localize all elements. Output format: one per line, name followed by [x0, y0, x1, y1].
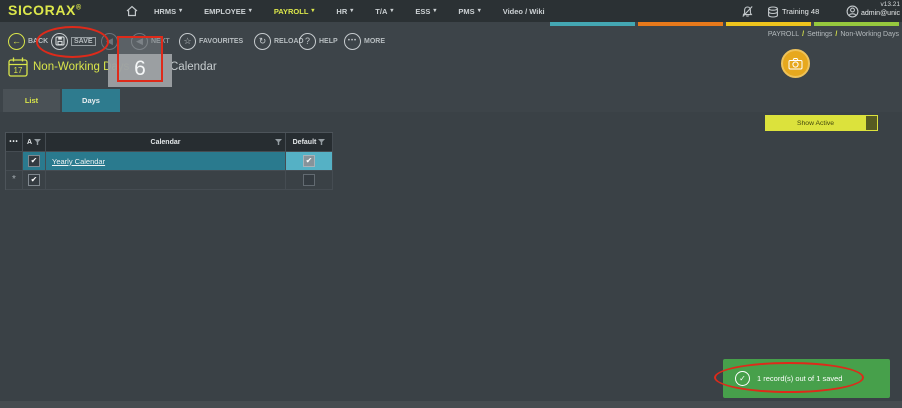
save-button[interactable]: SAVE [51, 32, 96, 50]
notifications-muted-icon[interactable] [741, 5, 754, 18]
reload-icon: ↻ [254, 33, 271, 50]
strip-segment-yellow [726, 22, 811, 26]
svg-text:17: 17 [14, 66, 23, 75]
new-row-indicator-cell: * [6, 171, 23, 190]
reload-button[interactable]: ↻ RELOAD [254, 32, 304, 50]
column-header-calendar[interactable]: Calendar [46, 133, 286, 152]
row-menu-icon: ••• [9, 139, 18, 145]
ellipsis-icon: ••• [344, 33, 361, 50]
chevron-down-icon: ▾ [179, 8, 182, 14]
environment-label[interactable]: Training 48 [782, 7, 819, 16]
back-arrow-icon: ← [8, 33, 25, 50]
active-checkbox-checked[interactable]: ✔ [28, 174, 40, 186]
menu-hr[interactable]: HR▾ [336, 7, 353, 16]
new-row-icon: * [12, 175, 16, 185]
bottom-edge [0, 401, 902, 408]
breadcrumb-non-working-days[interactable]: Non-Working Days [840, 31, 899, 38]
table-row [46, 171, 286, 190]
calendar-icon: 17 [7, 56, 29, 78]
show-active-toggle[interactable]: Show Active [765, 115, 878, 131]
active-checkbox-cell: ✔ [23, 152, 46, 171]
column-header-default[interactable]: Default [286, 133, 333, 152]
logged-in-user[interactable]: admin@unic [861, 10, 900, 17]
database-icon [767, 6, 779, 18]
previous-button[interactable]: ◀ [101, 32, 118, 50]
favourites-button[interactable]: ☆ FAVOURITES [179, 32, 243, 50]
strip-segment-green [814, 22, 899, 26]
breadcrumb-settings[interactable]: Settings [807, 31, 832, 38]
toast-message: 1 record(s) out of 1 saved [757, 374, 842, 383]
show-active-label: Show Active [765, 115, 866, 131]
active-checkbox-checked[interactable]: ✔ [28, 155, 40, 167]
previous-arrow-icon: ◀ [101, 33, 118, 50]
strip-segment-teal [550, 22, 635, 26]
annotation-step-number: 6 [134, 58, 146, 80]
tab-list[interactable]: List [3, 89, 60, 112]
camera-icon [788, 57, 803, 70]
default-checkbox-unchecked[interactable] [303, 174, 315, 186]
user-icon [846, 5, 859, 18]
menu-pms[interactable]: PMS▾ [458, 7, 480, 16]
next-arrow-icon: ◀ [131, 33, 148, 50]
column-header-active[interactable]: A [23, 133, 46, 152]
floppy-disk-icon [51, 33, 68, 50]
save-success-toast: ✓ 1 record(s) out of 1 saved [723, 359, 890, 398]
menu-employee[interactable]: EMPLOYEE▾ [204, 7, 252, 16]
default-checkbox-checked[interactable]: ✔ [303, 155, 315, 167]
chevron-down-icon: ▾ [478, 8, 481, 14]
toggle-handle[interactable] [866, 116, 877, 130]
back-button[interactable]: ← BACK [8, 32, 48, 50]
filter-funnel-icon[interactable] [275, 139, 282, 145]
breadcrumb-payroll[interactable]: PAYROLL [768, 31, 799, 38]
content-area: Show Active ••• A Calendar Defa [0, 112, 902, 408]
filter-funnel-icon[interactable] [34, 139, 41, 145]
status-color-strip [550, 22, 899, 26]
column-header-row-menu[interactable]: ••• [6, 133, 23, 152]
filter-funnel-icon[interactable] [318, 139, 325, 145]
table-row: Yearly Calendar [46, 152, 286, 171]
next-button[interactable]: ◀ NEXT [131, 32, 170, 50]
success-check-icon: ✓ [735, 371, 750, 386]
breadcrumb-separator: / [802, 31, 804, 38]
chevron-down-icon: ▾ [390, 8, 393, 14]
menu-video-wiki[interactable]: Video / Wiki [503, 7, 545, 16]
selected-record-title: Calendar [170, 61, 217, 73]
breadcrumb: PAYROLL / Settings / Non-Working Days [768, 31, 899, 38]
menu-hrms[interactable]: HRMS▾ [154, 7, 182, 16]
menu-payroll[interactable]: PAYROLL▾ [274, 7, 315, 16]
help-button[interactable]: ? HELP [299, 32, 338, 50]
app-window: SICORAX® HRMS▾ EMPLOYEE▾ PAYROLL▾ HR▾ T/… [0, 0, 902, 408]
chevron-down-icon: ▾ [311, 8, 314, 14]
row-menu-cell[interactable] [6, 152, 23, 171]
page-title: Non-Working Days [33, 61, 129, 73]
app-version: v13.21 [880, 1, 900, 8]
registered-mark: ® [76, 4, 82, 11]
calendar-table: ••• A Calendar Default [5, 132, 333, 190]
breadcrumb-separator: / [835, 31, 837, 38]
sicorax-logo: SICORAX® [8, 2, 82, 18]
menu-ess[interactable]: ESS▾ [415, 7, 436, 16]
camera-button[interactable] [781, 49, 810, 78]
question-mark-icon: ? [299, 33, 316, 50]
default-checkbox-cell [286, 171, 333, 190]
chevron-down-icon: ▾ [249, 8, 252, 14]
strip-segment-orange [638, 22, 723, 26]
active-checkbox-cell: ✔ [23, 171, 46, 190]
chevron-down-icon: ▾ [350, 8, 353, 14]
home-icon[interactable] [125, 4, 139, 18]
chevron-down-icon: ▾ [433, 8, 436, 14]
more-button[interactable]: ••• MORE [344, 32, 385, 50]
main-menu: HRMS▾ EMPLOYEE▾ PAYROLL▾ HR▾ T/A▾ ESS▾ P… [154, 0, 545, 22]
menu-ta[interactable]: T/A▾ [375, 7, 393, 16]
top-navigation-bar: SICORAX® HRMS▾ EMPLOYEE▾ PAYROLL▾ HR▾ T/… [0, 0, 902, 22]
star-icon: ☆ [179, 33, 196, 50]
tab-days[interactable]: Days [62, 89, 120, 112]
calendar-record-link[interactable]: Yearly Calendar [52, 157, 105, 166]
default-checkbox-cell: ✔ [286, 152, 333, 171]
